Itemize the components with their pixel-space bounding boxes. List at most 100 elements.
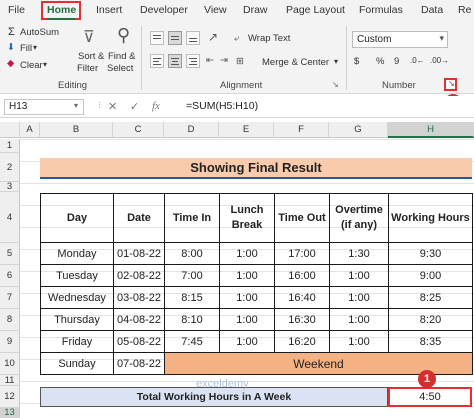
row-header[interactable]: 11 [0,375,20,386]
cell-working-hours[interactable]: 8:20 [388,308,473,331]
column-header[interactable]: E [219,122,274,138]
column-header-selected[interactable]: H [388,122,474,138]
cell-date[interactable]: 02-08-22 [113,264,165,287]
cell-day[interactable]: Thursday [40,308,114,331]
cell-overtime[interactable]: 1:00 [329,264,389,287]
sort-filter-button-line2[interactable]: Filter [77,63,98,74]
tab-view[interactable]: View [204,4,227,16]
cell-date[interactable]: 03-08-22 [113,286,165,309]
decrease-indent-icon[interactable]: ⇤ [206,55,214,66]
tab-developer[interactable]: Developer [140,4,188,16]
cell-lunch[interactable]: 1:00 [219,264,275,287]
cell-date[interactable]: 01-08-22 [113,242,165,265]
row-header[interactable]: 8 [0,309,20,331]
cell-working-hours[interactable]: 9:00 [388,264,473,287]
fx-icon[interactable]: fx [152,100,160,112]
enter-icon[interactable]: ✓ [130,100,139,113]
align-right-button[interactable] [186,54,200,68]
row-header[interactable]: 9 [0,331,20,353]
formula-input[interactable]: =SUM(H5:H10) [186,100,258,112]
sort-filter-button[interactable]: Sort & [78,51,104,62]
header-overtime[interactable]: Overtime (if any) [329,193,389,243]
tab-insert[interactable]: Insert [96,4,122,16]
header-working-hours[interactable]: Working Hours [388,193,473,243]
header-time-in[interactable]: Time In [164,193,220,243]
cell-lunch[interactable]: 1:00 [219,286,275,309]
row-header[interactable]: 5 [0,243,20,265]
clear-button[interactable]: Clear [20,60,43,71]
cell-lunch[interactable]: 1:00 [219,330,275,353]
cell-day[interactable]: Sunday [40,352,114,375]
row-header[interactable]: 10 [0,353,20,375]
decrease-decimal-icon[interactable]: .00→ [430,56,449,65]
autosum-button[interactable]: AutoSum [20,27,59,38]
cell-time-out[interactable]: 16:20 [274,330,330,353]
tab-review[interactable]: Re [458,4,471,16]
cell-working-hours[interactable]: 8:35 [388,330,473,353]
header-time-out[interactable]: Time Out [274,193,330,243]
cell-time-in[interactable]: 7:45 [164,330,220,353]
total-working-hours-cell[interactable]: 4:50 [388,387,472,407]
column-header[interactable]: D [164,122,219,138]
column-header[interactable]: F [274,122,329,138]
currency-button[interactable]: $ [354,56,359,67]
cell-working-hours[interactable]: 8:25 [388,286,473,309]
tab-data[interactable]: Data [421,4,443,16]
header-day[interactable]: Day [40,193,114,243]
cell-time-out[interactable]: 16:00 [274,264,330,287]
cell-day[interactable]: Friday [40,330,114,353]
row-header[interactable]: 12 [0,386,20,408]
chevron-down-icon[interactable]: ▾ [334,57,338,66]
header-date[interactable]: Date [113,193,165,243]
column-header[interactable]: B [40,122,113,138]
increase-indent-icon[interactable]: ⇥ [220,55,228,66]
percent-button[interactable]: % [376,56,384,67]
cell-day[interactable]: Wednesday [40,286,114,309]
cancel-icon[interactable]: ✕ [108,100,117,113]
align-bottom-button[interactable] [186,31,200,45]
align-middle-button[interactable] [168,31,182,45]
row-header[interactable]: 2 [0,153,20,182]
align-left-button[interactable] [150,54,164,68]
row-header[interactable]: 7 [0,287,20,309]
tab-page-layout[interactable]: Page Layout [286,4,345,16]
merge-center-button[interactable]: Merge & Center [262,57,329,68]
row-header[interactable]: 3 [0,182,20,192]
header-lunch-break[interactable]: Lunch Break [219,193,275,243]
comma-style-button[interactable]: 9 [394,56,399,67]
cell-lunch[interactable]: 1:00 [219,308,275,331]
column-header[interactable]: C [113,122,164,138]
select-all-corner[interactable] [0,122,20,138]
find-select-button[interactable]: Find & [108,51,135,62]
align-center-button[interactable] [168,54,182,68]
total-working-hours-label[interactable]: Total Working Hours in A Week [40,387,388,407]
wrap-text-button[interactable]: Wrap Text [248,33,290,44]
cell-time-in[interactable]: 7:00 [164,264,220,287]
sheet-title[interactable]: Showing Final Result [40,158,472,179]
cell-time-out[interactable]: 17:00 [274,242,330,265]
cell-date[interactable]: 07-08-22 [113,352,165,375]
row-header-selected[interactable]: 13 [0,408,20,418]
cell-overtime[interactable]: 1:30 [329,242,389,265]
number-format-dropdown[interactable]: Custom ▾ [352,31,448,48]
row-header[interactable]: 4 [0,192,20,243]
chevron-down-icon[interactable]: ▾ [74,101,78,110]
cell-time-in[interactable]: 8:15 [164,286,220,309]
fill-button[interactable]: Fill [20,43,32,54]
cell-time-out[interactable]: 16:30 [274,308,330,331]
column-header[interactable]: G [329,122,388,138]
column-header[interactable]: A [20,122,40,138]
number-format-launcher-button[interactable]: ↘ [444,78,457,91]
cell-day[interactable]: Monday [40,242,114,265]
tab-draw[interactable]: Draw [243,4,268,16]
cell-overtime[interactable]: 1:00 [329,308,389,331]
orientation-icon[interactable]: ↗ [208,30,218,44]
align-top-button[interactable] [150,31,164,45]
dialog-launcher-icon[interactable]: ↘ [332,80,339,89]
cell-overtime[interactable]: 1:00 [329,286,389,309]
cell-working-hours[interactable]: 9:30 [388,242,473,265]
row-header[interactable]: 1 [0,139,20,153]
cell-time-in[interactable]: 8:10 [164,308,220,331]
cell-time-in[interactable]: 8:00 [164,242,220,265]
find-select-button-line2[interactable]: Select [107,63,133,74]
